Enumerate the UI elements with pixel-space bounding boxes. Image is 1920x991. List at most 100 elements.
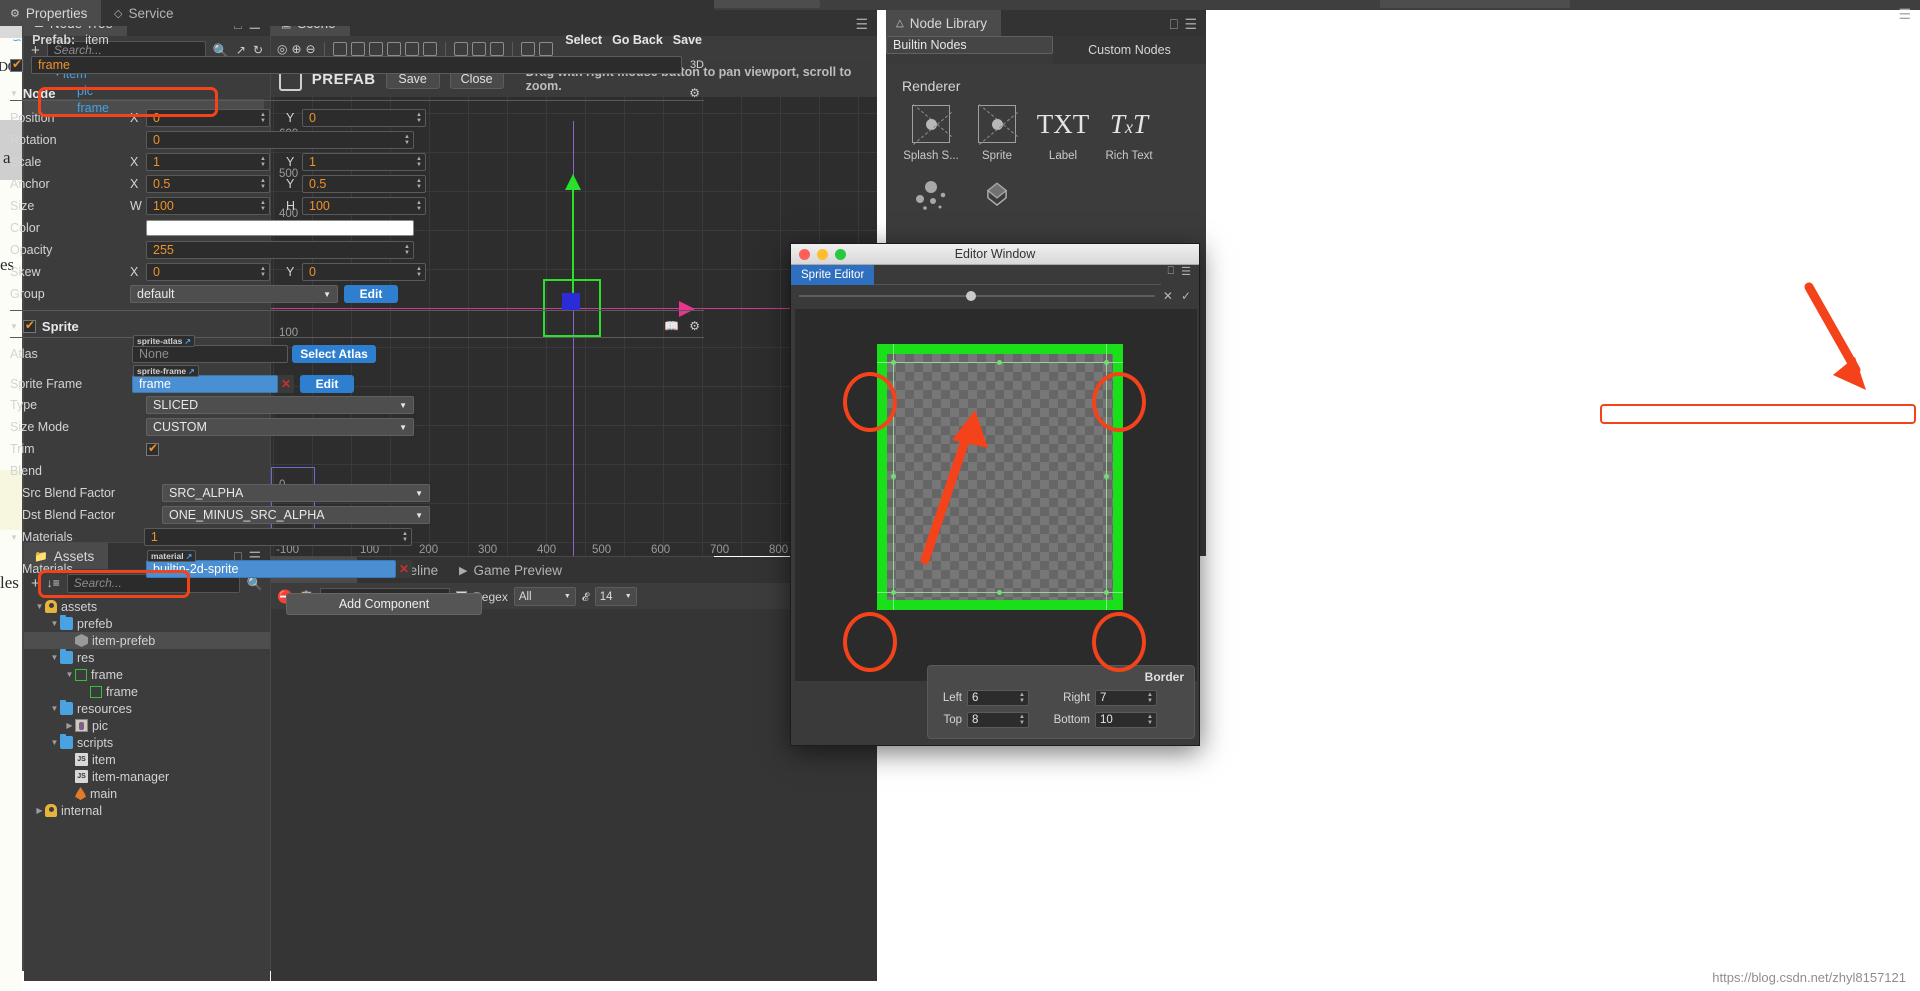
stepper-icon[interactable]: ▲ ▼ [258,110,268,126]
tab-node-library[interactable]: △ Node Library [886,10,1001,36]
color-swatch[interactable] [146,220,414,236]
node-library-item-sprite[interactable]: Sprite [964,104,1030,162]
chevron-down-icon[interactable]: ▼ [34,602,45,611]
prefab-go-back-button[interactable]: Go Back [612,33,663,47]
material-input[interactable]: material ↗ builtin-2d-sprite [146,550,396,578]
chevron-right-icon[interactable]: ▶ [34,806,45,815]
stepper-icon[interactable]: ▲ ▼ [258,176,268,192]
tab-service[interactable]: ◇ Service [104,0,188,26]
add-component-button[interactable]: Add Component [286,593,482,615]
scale-x-input[interactable]: 1 ▲ ▼ [146,153,270,171]
sprite-help-icon[interactable]: 📖 [664,319,679,333]
size-mode-select[interactable]: CUSTOM ▼ [146,418,414,436]
node-library-popout-icon[interactable]: ⎕ [1170,16,1178,33]
stepper-icon[interactable]: ▲ ▼ [414,198,424,214]
stepper-icon[interactable]: ▲ ▼ [414,154,424,170]
stepper-icon[interactable]: ▲ ▼ [1145,713,1155,727]
tab-builtin-nodes[interactable]: Builtin Nodes [886,36,1053,54]
sprite-gear-icon[interactable]: ⚙ [689,319,700,333]
slice-handle-bottom-left[interactable] [891,590,896,595]
stepper-icon[interactable]: ▲ ▼ [1017,691,1027,705]
sprite-section-header[interactable]: ▼ Sprite 📖 ⚙ [0,315,714,337]
trim-checkbox[interactable] [146,441,159,456]
anchor-y-input[interactable]: 0.5 ▲ ▼ [302,175,426,193]
asset-row[interactable]: main [24,785,270,802]
node-library-item-rich-text[interactable]: TxT Rich Text [1096,104,1162,163]
slice-handle-right-center[interactable] [1104,474,1109,479]
console-filter-select[interactable]: All ▼ [513,587,576,606]
group-edit-button[interactable]: Edit [344,285,398,303]
prefab-save-button[interactable]: Save [673,33,702,47]
border-right-input[interactable]: 7 ▲ ▼ [1095,690,1157,706]
discard-icon[interactable]: ✕ [1163,289,1173,303]
position-x-input[interactable]: 0 ▲ ▼ [146,109,270,127]
asset-row[interactable]: ▼ prefeb [24,615,270,632]
sprite-preview[interactable] [877,344,1123,610]
position-y-input[interactable]: 0 ▲ ▼ [302,109,426,127]
sprite-editor-canvas[interactable] [795,309,1197,681]
node-section-gear-icon[interactable]: ⚙ [689,86,700,100]
asset-row[interactable]: ▶ pic [24,717,270,734]
atlas-input[interactable]: sprite-atlas ↗ None [132,335,288,363]
select-atlas-button[interactable]: Select Atlas [292,345,376,363]
external-link-icon[interactable]: ↗ [186,552,193,561]
node-library-item-tiled-map[interactable] [964,176,1030,222]
tab-custom-nodes[interactable]: Custom Nodes [1053,36,1206,64]
size-h-input[interactable]: 100 ▲ ▼ [302,197,426,215]
scale-y-input[interactable]: 1 ▲ ▼ [302,153,426,171]
sprite-frame-edit-button[interactable]: Edit [300,375,354,393]
stepper-icon[interactable]: ▲ ▼ [402,242,412,258]
chevron-down-icon[interactable]: ▼ [49,704,60,713]
sprite-enabled-checkbox[interactable] [22,318,36,333]
node-library-item-splash-sprite[interactable]: Splash S... [898,104,964,162]
node-enabled-checkbox[interactable] [10,57,23,72]
tab-properties[interactable]: ⚙ Properties [0,0,102,26]
editor-window-titlebar[interactable]: Editor Window [791,244,1199,265]
sprite-type-select[interactable]: SLICED ▼ [146,396,414,414]
slice-handle-bottom-right[interactable] [1104,590,1109,595]
size-w-input[interactable]: 100 ▲ ▼ [146,197,270,215]
editor-zoom-slider[interactable] [799,291,1155,301]
chevron-down-icon[interactable]: ▼ [64,670,75,679]
slice-handle-top-left[interactable] [891,360,896,365]
chevron-down-icon[interactable]: ▼ [10,533,18,542]
stepper-icon[interactable]: ▲ ▼ [402,132,412,148]
stepper-icon[interactable]: ▲ ▼ [414,176,424,192]
external-link-icon[interactable]: ↗ [188,367,195,376]
node-library-menu-icon[interactable]: ☰ [1184,16,1197,33]
editor-popout-icon[interactable]: ⎕ [1161,265,1182,285]
asset-row[interactable]: JS item [24,751,270,768]
sprite-frame-input[interactable]: sprite-frame ↗ frame [132,365,278,393]
slider-knob[interactable] [966,291,977,301]
chevron-down-icon[interactable]: ▼ [49,653,60,662]
dst-blend-select[interactable]: ONE_MINUS_SRC_ALPHA ▼ [162,506,430,524]
node-library-item-label[interactable]: TXT Label [1030,104,1096,163]
src-blend-select[interactable]: SRC_ALPHA ▼ [162,484,430,502]
slice-handle-top-right[interactable] [1104,360,1109,365]
group-select[interactable]: default ▼ [130,285,338,303]
node-name-input[interactable]: frame [31,56,682,74]
border-left-input[interactable]: 6 ▲ ▼ [967,690,1029,706]
chevron-down-icon[interactable]: ▼ [49,619,60,628]
asset-row[interactable]: JS item-manager [24,768,270,785]
slice-handle-top-center[interactable] [997,360,1002,365]
editor-menu-icon[interactable]: ☰ [1181,265,1199,285]
asset-row[interactable]: ▼ scripts [24,734,270,751]
material-clear-button[interactable]: ✕ [396,560,412,578]
stepper-icon[interactable]: ▲ ▼ [1145,691,1155,705]
confirm-icon[interactable]: ✓ [1181,289,1191,303]
slice-handle-bottom-center[interactable] [997,590,1002,595]
node-library-item-particle[interactable] [898,176,964,222]
opacity-input[interactable]: 255 ▲ ▼ [146,241,414,259]
stepper-icon[interactable]: ▲ ▼ [258,198,268,214]
stepper-icon[interactable]: ▲ ▼ [1017,713,1027,727]
chevron-right-icon[interactable]: ▶ [64,721,75,730]
border-bottom-input[interactable]: 10 ▲ ▼ [1095,712,1157,728]
asset-row[interactable]: ▶ internal [24,802,270,819]
asset-row[interactable]: frame [24,683,270,700]
asset-row[interactable]: ▼ assets [24,598,270,615]
stepper-icon[interactable]: ▲ ▼ [258,264,268,280]
console-fontsize-select[interactable]: 14 ▼ [594,587,637,606]
stepper-icon[interactable]: ▲ ▼ [414,110,424,126]
stepper-icon[interactable]: ▲ ▼ [414,264,424,280]
